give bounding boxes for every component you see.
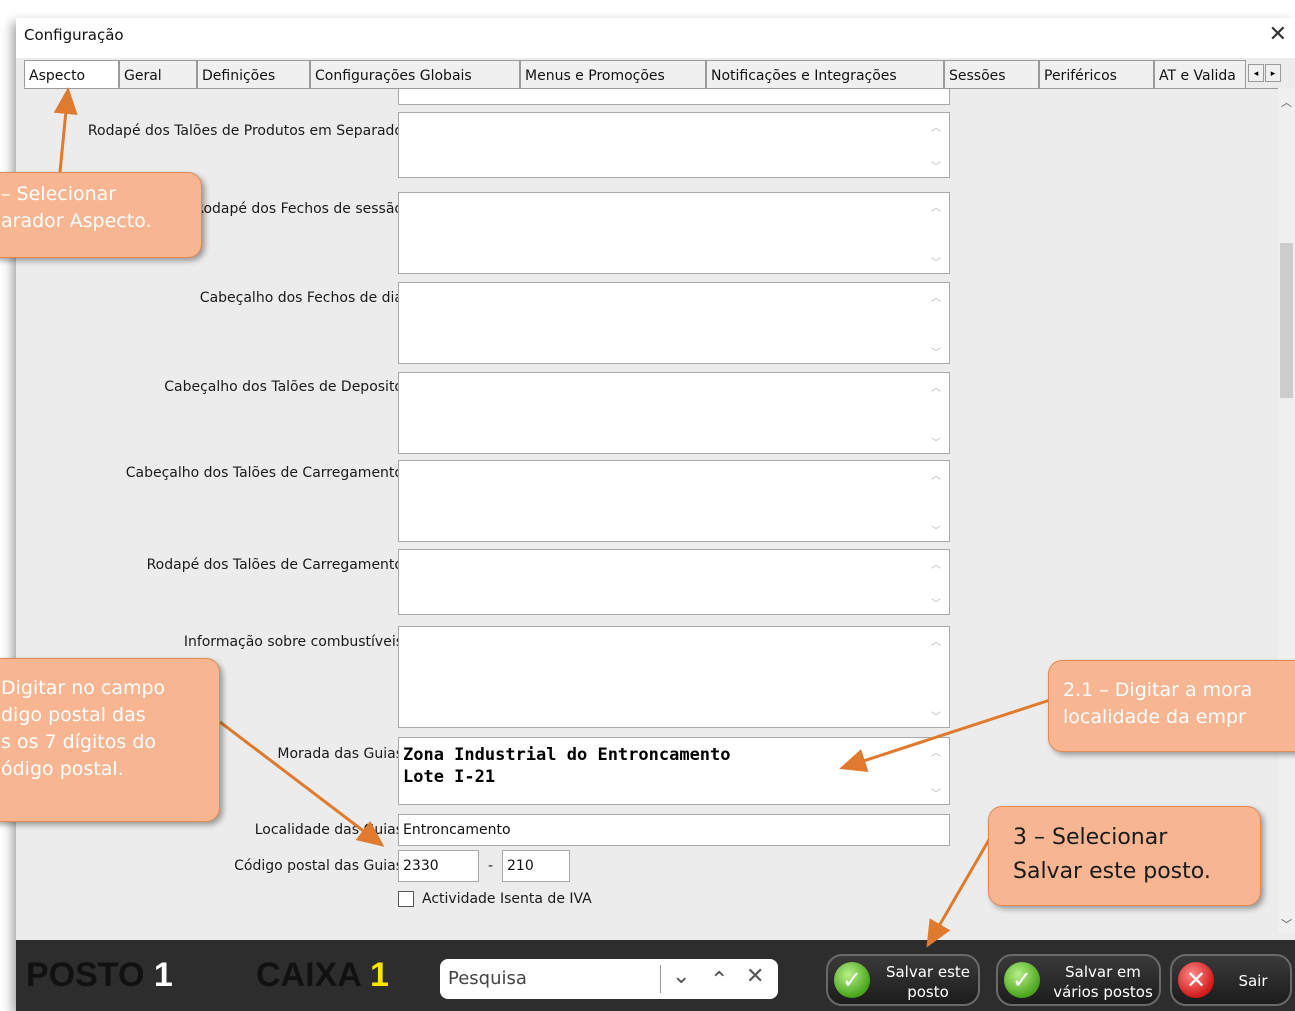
scroll-down-icon[interactable]: ﹀	[931, 344, 941, 359]
tab-at-validacao[interactable]: AT e Valida	[1154, 60, 1246, 88]
scroll-up-icon[interactable]: ︿	[1278, 94, 1295, 111]
field-label: Morada das Guias	[277, 746, 403, 762]
scroll-up-icon[interactable]: ︿	[931, 556, 941, 571]
field-label: Rodapé dos Talões de Produtos em Separad…	[87, 123, 403, 139]
callout-address: 2.1 – Digitar a mora localidade da empr	[1048, 660, 1295, 752]
field-label: Cabeçalho dos Fechos de dia	[199, 290, 403, 306]
scroll-up-icon[interactable]: ︿	[931, 199, 941, 214]
tab-scroll-right-icon[interactable]: ▸	[1265, 64, 1281, 82]
close-icon[interactable]: ✕	[1269, 22, 1287, 47]
postal-separator: -	[488, 858, 494, 874]
caixa-indicator: CAIXA 1	[256, 956, 389, 995]
textarea-partial[interactable]	[398, 89, 950, 105]
tab-perifericos[interactable]: Periféricos	[1039, 60, 1154, 88]
scroll-up-icon[interactable]: ︿	[931, 289, 941, 304]
tab-definicoes[interactable]: Definições	[197, 60, 310, 88]
tab-sessoes[interactable]: Sessões	[944, 60, 1039, 88]
rodape-produtos-separado-textarea[interactable]: ︿ ﹀	[398, 112, 950, 178]
tab-strip: Aspecto Geral Definições Configurações G…	[24, 60, 1295, 88]
field-label: Cabeçalho dos Talões de Deposito	[164, 379, 403, 395]
search-input[interactable]: Pesquisa	[448, 968, 527, 989]
tab-scroll-left-icon[interactable]: ◂	[1248, 64, 1264, 82]
scroll-down-icon[interactable]: ﹀	[1278, 916, 1295, 933]
exit-button[interactable]: ✕ Sair	[1170, 954, 1292, 1006]
scroll-up-icon[interactable]: ︿	[931, 744, 941, 759]
scroll-down-icon[interactable]: ﹀	[931, 595, 941, 610]
caixa-label: CAIXA	[256, 956, 361, 994]
vertical-scrollbar[interactable]: ︿ ﹀	[1278, 88, 1295, 933]
caixa-number: 1	[369, 956, 389, 994]
tab-menus-promocoes[interactable]: Menus e Promoções	[520, 60, 706, 88]
codigo-postal-part1-input[interactable]: 2330	[398, 850, 479, 882]
codigo-postal-part2-input[interactable]: 210	[502, 850, 570, 882]
cabecalho-taloes-deposito-textarea[interactable]: ︿ ﹀	[398, 372, 950, 454]
scroll-down-icon[interactable]: ﹀	[931, 785, 941, 800]
morada-guias-textarea[interactable]: Zona Industrial do Entroncamento Lote I-…	[398, 737, 950, 805]
field-label: Localidade das Guias	[254, 822, 403, 838]
posto-number: 1	[153, 956, 173, 994]
scroll-down-icon[interactable]: ﹀	[931, 158, 941, 173]
rodape-taloes-carregamento-textarea[interactable]: ︿ ﹀	[398, 549, 950, 615]
check-icon: ✓	[834, 962, 870, 998]
chevron-up-icon[interactable]: ⌃	[710, 968, 728, 993]
save-many-posts-button[interactable]: ✓ Salvar em vários postos	[996, 954, 1161, 1006]
informacao-combustiveis-textarea[interactable]: ︿ ﹀	[398, 626, 950, 728]
posto-indicator: POSTO 1	[26, 956, 173, 995]
title-bar: Configuração ✕	[16, 18, 1295, 58]
cabecalho-fechos-dia-textarea[interactable]: ︿ ﹀	[398, 282, 950, 364]
posto-label: POSTO	[26, 956, 145, 994]
localidade-guias-input[interactable]: Entroncamento	[398, 814, 950, 846]
rodape-fechos-sessao-textarea[interactable]: ︿ ﹀	[398, 192, 950, 274]
tab-configuracoes-globais[interactable]: Configurações Globais	[310, 60, 520, 88]
scroll-down-icon[interactable]: ﹀	[931, 254, 941, 269]
field-label: Cabeçalho dos Talões de Carregamento	[125, 465, 403, 481]
scroll-down-icon[interactable]: ﹀	[931, 434, 941, 449]
chevron-down-icon[interactable]: ⌄	[672, 964, 690, 989]
scroll-up-icon[interactable]: ︿	[931, 119, 941, 134]
field-label: Rodapé dos Talões de Carregamento	[146, 557, 403, 573]
field-label: Código postal das Guias	[234, 858, 403, 874]
scroll-up-icon[interactable]: ︿	[931, 379, 941, 394]
scroll-up-icon[interactable]: ︿	[931, 633, 941, 648]
isenta-iva-checkbox[interactable]	[398, 891, 414, 907]
isenta-iva-label: Actividade Isenta de IVA	[422, 891, 592, 907]
field-label: Informação sobre combustíveis	[183, 634, 403, 650]
exit-label: Sair	[1238, 972, 1268, 990]
close-icon: ✕	[1178, 962, 1214, 998]
save-this-post-button[interactable]: ✓ Salvar este posto	[826, 954, 980, 1006]
field-label: Rodapé dos Fechos de sessão	[194, 201, 403, 217]
callout-postal-code: Digitar no campo digo postal das s os 7 …	[0, 658, 220, 822]
search-box[interactable]: Pesquisa ⌄ ⌃ ✕	[440, 959, 778, 999]
callout-save-post: 3 – Selecionar Salvar este posto.	[988, 806, 1261, 906]
tab-aspecto[interactable]: Aspecto	[24, 60, 119, 88]
tab-geral[interactable]: Geral	[119, 60, 197, 88]
search-separator	[660, 965, 661, 993]
bottom-toolbar: POSTO 1 CAIXA 1 Pesquisa ⌄ ⌃ ✕ ✓ Salvar …	[16, 940, 1295, 1011]
window-title: Configuração	[24, 26, 124, 44]
morada-guias-value: Zona Industrial do Entroncamento Lote I-…	[403, 745, 731, 787]
scroll-down-icon[interactable]: ﹀	[931, 708, 941, 723]
save-many-posts-label: Salvar em vários postos	[1053, 963, 1153, 1001]
clear-icon[interactable]: ✕	[746, 964, 764, 989]
save-this-post-label: Salvar este posto	[885, 963, 971, 1001]
callout-select-aspecto: – Selecionar arador Aspecto.	[0, 172, 202, 258]
scroll-down-icon[interactable]: ﹀	[931, 522, 941, 537]
check-icon: ✓	[1004, 962, 1040, 998]
scrollbar-thumb[interactable]	[1280, 243, 1293, 398]
tab-notificacoes-integracoes[interactable]: Notificações e Integrações	[706, 60, 944, 88]
scroll-up-icon[interactable]: ︿	[931, 467, 941, 482]
cabecalho-taloes-carregamento-textarea[interactable]: ︿ ﹀	[398, 460, 950, 542]
